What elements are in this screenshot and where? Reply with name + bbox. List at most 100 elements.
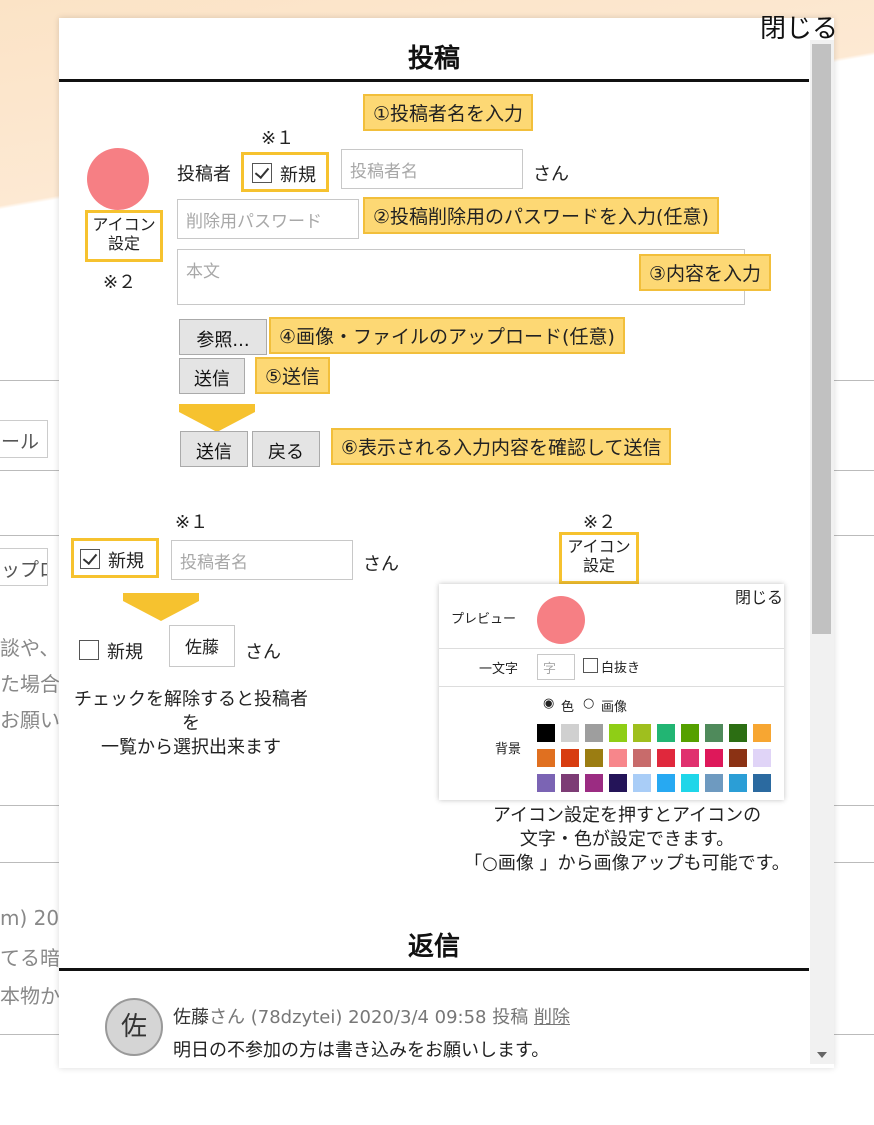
callout-upload: ④画像・ファイルのアップロード(任意) — [269, 317, 625, 354]
confirm-submit-button: 送信 — [180, 431, 248, 467]
icon-setting-button: アイコン設定 — [85, 210, 163, 262]
lower-new-checkbox — [80, 549, 100, 569]
lower-new-checkbox-highlight: 新規 — [71, 538, 159, 578]
arrow-down-icon — [123, 601, 199, 621]
new-checkbox — [252, 163, 272, 183]
preview-label: プレビュー — [451, 612, 517, 627]
popup-close-label: 閉じる — [735, 588, 784, 607]
color-swatch — [657, 749, 675, 767]
poster-name-field: 投稿者名 — [341, 149, 523, 189]
reply-san: さん — [209, 1007, 245, 1028]
radio-color-label: 色 — [561, 700, 575, 715]
posting-guide-image: アイコン設定 ※２ ※１ 投稿者 新規 投稿者名 さん 削除用パスワード 本文 … — [59, 84, 809, 904]
lower-note-1: ※１ — [175, 512, 209, 533]
san-label: さん — [533, 164, 569, 185]
outline-label: 白抜き — [601, 661, 641, 676]
reply-title: 返信 — [407, 932, 460, 962]
preview-circle — [537, 596, 585, 644]
color-swatch — [681, 724, 699, 742]
bg-text: m) 20 — [0, 906, 60, 930]
color-swatch — [585, 724, 603, 742]
scrollbar-thumb[interactable] — [812, 44, 831, 634]
color-swatch — [753, 774, 771, 792]
color-swatch — [609, 724, 627, 742]
scroll-down-arrow-icon[interactable] — [817, 1052, 827, 1058]
bg-text: てる暗 — [0, 946, 60, 970]
callout-send: ⑤送信 — [255, 357, 331, 394]
color-swatch — [681, 749, 699, 767]
poster-select: 佐藤 — [169, 625, 235, 667]
bg-input: ップロ — [0, 548, 48, 586]
color-swatch — [705, 774, 723, 792]
browse-button: 参照... — [179, 319, 267, 355]
uncheck-explanation: チェックを解除すると投稿者を 一覧から選択出来ます — [74, 689, 308, 758]
unchecked-new-label: 新規 — [107, 642, 143, 663]
avatar-preview-circle — [87, 148, 149, 210]
reply-avatar: 佐 — [105, 998, 163, 1056]
post-modal: 投稿 アイコン設定 ※２ ※１ 投稿者 新規 投稿者名 さん 削除用パスワード … — [59, 18, 834, 1068]
color-swatch — [633, 774, 651, 792]
reply-delete-link[interactable]: 削除 — [534, 1007, 570, 1028]
lower-new-label: 新規 — [108, 551, 144, 572]
arrow-down-icon — [179, 412, 255, 432]
lower-san-label-2: さん — [245, 642, 281, 663]
poster-label: 投稿者 — [177, 164, 231, 185]
lower-poster-name-field: 投稿者名 — [171, 540, 353, 580]
color-swatch — [561, 774, 579, 792]
new-label: 新規 — [280, 165, 316, 186]
color-swatch — [609, 774, 627, 792]
arrow-down-icon — [179, 404, 255, 412]
color-swatch — [537, 749, 555, 767]
icon-setting-popup: 閉じる プレビュー 一文字 字 白抜き ◉ 色 ○ 画像 背景 — [439, 584, 784, 800]
color-swatch — [537, 774, 555, 792]
reply-title-rule — [59, 968, 809, 971]
callout-password: ②投稿削除用のパスワードを入力(任意) — [363, 197, 719, 234]
lower-san-label: さん — [363, 554, 399, 575]
reply-author: 佐藤 — [173, 1007, 209, 1028]
post-title: 投稿 — [407, 44, 460, 74]
reply-meta: 佐藤さん (78dzytei) 2020/3/4 09:58 投稿 削除 — [173, 1003, 570, 1029]
bg-input: ール — [0, 420, 48, 458]
radio-color-icon: ◉ — [543, 696, 555, 711]
color-swatch — [633, 724, 651, 742]
arrow-down-icon — [123, 593, 199, 601]
color-swatch — [585, 774, 603, 792]
color-swatch — [537, 724, 555, 742]
lower-icon-setting-button: アイコン設定 — [559, 532, 639, 584]
reply-info: (78dzytei) 2020/3/4 09:58 投稿 — [250, 1007, 529, 1028]
color-swatch — [705, 724, 723, 742]
color-swatch — [657, 724, 675, 742]
popup-divider — [439, 686, 784, 687]
icon-setting-explanation: アイコン設定を押すとアイコンの 文字・色が設定できます。 「○画像 」から画像ア… — [464, 805, 790, 874]
submit-button: 送信 — [179, 358, 245, 394]
color-swatch — [729, 774, 747, 792]
bg-label: 背景 — [495, 742, 522, 757]
radio-image-icon: ○ — [583, 696, 595, 711]
color-swatch — [561, 724, 579, 742]
lower-note-2: ※２ — [583, 512, 617, 533]
char-input: 字 — [537, 654, 575, 680]
bg-text: 本物か — [0, 984, 60, 1008]
color-swatch — [657, 774, 675, 792]
color-swatch — [753, 749, 771, 767]
color-swatch — [681, 774, 699, 792]
color-swatch — [561, 749, 579, 767]
color-swatch — [585, 749, 603, 767]
outline-checkbox — [583, 658, 598, 673]
popup-divider — [439, 648, 784, 649]
color-swatch — [705, 749, 723, 767]
password-field: 削除用パスワード — [177, 199, 359, 239]
color-swatch — [729, 724, 747, 742]
color-swatch — [609, 749, 627, 767]
back-button: 戻る — [252, 431, 320, 467]
callout-confirm: ⑥表示される入力内容を確認して送信 — [331, 428, 672, 465]
note-1: ※１ — [261, 128, 295, 149]
callout-content: ③内容を入力 — [639, 254, 772, 291]
modal-scrollbar[interactable] — [810, 40, 834, 1064]
color-swatch — [753, 724, 771, 742]
color-swatch — [729, 749, 747, 767]
callout-poster-name: ①投稿者名を入力 — [363, 94, 534, 131]
color-swatch — [633, 749, 651, 767]
bg-text: お願い — [0, 708, 60, 732]
reply-body: 明日の不参加の方は書き込みをお願いします。 — [173, 1040, 550, 1061]
